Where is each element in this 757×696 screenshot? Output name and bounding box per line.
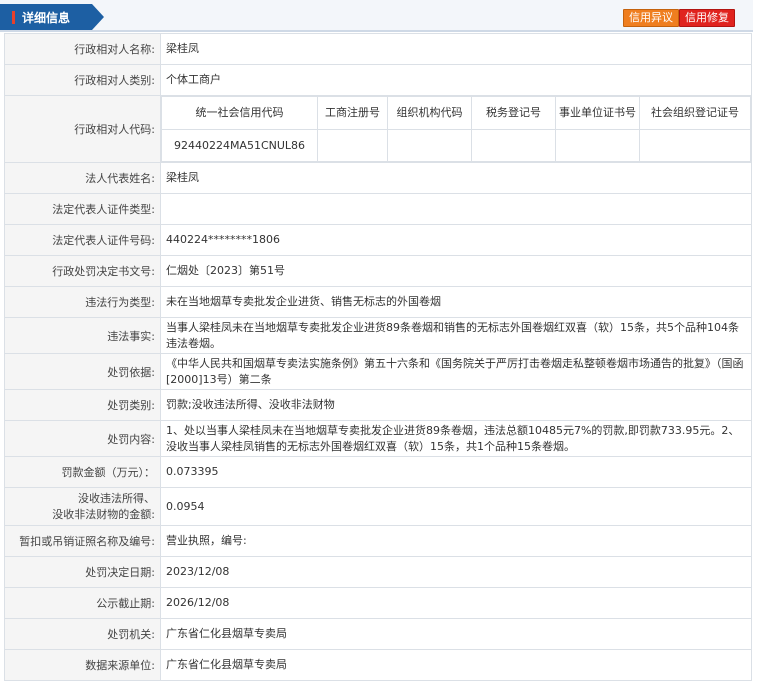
value-decision-date: 2023/12/08 bbox=[160, 556, 752, 588]
value-penalty-type: 罚款;没收违法所得、没收非法财物 bbox=[160, 389, 752, 421]
value-id-type bbox=[160, 193, 752, 225]
label-decision-no: 行政处罚决定书文号: bbox=[4, 255, 161, 287]
codes-header: 事业单位证书号 bbox=[555, 96, 640, 130]
label-decision-date: 处罚决定日期: bbox=[4, 556, 161, 588]
row-legal-rep: 法人代表姓名: 梁桂凤 bbox=[4, 162, 752, 194]
detail-table: 行政相对人名称: 梁桂凤 行政相对人类别: 个体工商户 行政相对人代码: 统一社… bbox=[4, 33, 752, 681]
label-authority: 处罚机关: bbox=[4, 618, 161, 650]
row-id-type: 法定代表人证件类型: bbox=[4, 193, 752, 225]
codes-table: 统一社会信用代码 工商注册号 组织机构代码 税务登记号 事业单位证书号 社会组织… bbox=[161, 96, 751, 162]
label-license: 暂扣或吊销证照名称及编号: bbox=[4, 525, 161, 557]
label-basis: 处罚依据: bbox=[4, 353, 161, 390]
value-license: 营业执照，编号: bbox=[160, 525, 752, 557]
value-publicity-end: 2026/12/08 bbox=[160, 587, 752, 619]
label-confiscated-line1: 没收违法所得、 bbox=[78, 491, 155, 505]
row-code: 行政相对人代码: 统一社会信用代码 工商注册号 组织机构代码 税务登记号 事业单… bbox=[4, 95, 752, 163]
row-license: 暂扣或吊销证照名称及编号: 营业执照，编号: bbox=[4, 525, 752, 557]
row-source: 数据来源单位: 广东省仁化县烟草专卖局 bbox=[4, 649, 752, 681]
label-name: 行政相对人名称: bbox=[4, 33, 161, 65]
codes-value bbox=[639, 129, 751, 162]
label-facts: 违法事实: bbox=[4, 317, 161, 354]
row-facts: 违法事实: 当事人梁桂凤未在当地烟草专卖批发企业进货89条卷烟和销售的无标志外国… bbox=[4, 317, 752, 354]
value-facts: 当事人梁桂凤未在当地烟草专卖批发企业进货89条卷烟和销售的无标志外国卷烟红双喜（… bbox=[160, 317, 752, 354]
codes-header: 统一社会信用代码 bbox=[161, 96, 318, 130]
row-name: 行政相对人名称: 梁桂凤 bbox=[4, 33, 752, 65]
tab-marker-icon bbox=[12, 11, 15, 24]
value-violation-type: 未在当地烟草专卖批发企业进货、销售无标志的外国卷烟 bbox=[160, 286, 752, 318]
value-confiscated: 0.0954 bbox=[160, 487, 752, 526]
codes-value-row: 92440224MA51CNUL86 bbox=[161, 129, 751, 162]
row-content: 处罚内容: 1、处以当事人梁桂凤未在当地烟草专卖批发企业进货89条卷烟，违法总额… bbox=[4, 420, 752, 457]
label-source: 数据来源单位: bbox=[4, 649, 161, 681]
panel-header: 详细信息 信用异议 信用修复 bbox=[0, 0, 753, 32]
value-authority: 广东省仁化县烟草专卖局 bbox=[160, 618, 752, 650]
row-fine: 罚款金额（万元）： 0.073395 bbox=[4, 456, 752, 488]
label-id-number: 法定代表人证件号码: bbox=[4, 224, 161, 256]
value-legal-rep: 梁桂凤 bbox=[160, 162, 752, 194]
row-penalty-type: 处罚类别: 罚款;没收违法所得、没收非法财物 bbox=[4, 389, 752, 421]
panel-title: 详细信息 bbox=[22, 11, 71, 25]
codes-header: 税务登记号 bbox=[471, 96, 556, 130]
row-publicity-end: 公示截止期: 2026/12/08 bbox=[4, 587, 752, 619]
value-fine: 0.073395 bbox=[160, 456, 752, 488]
value-source: 广东省仁化县烟草专卖局 bbox=[160, 649, 752, 681]
credit-objection-button[interactable]: 信用异议 bbox=[623, 9, 679, 27]
value-decision-no: 仁烟处〔2023〕第51号 bbox=[160, 255, 752, 287]
label-legal-rep: 法人代表姓名: bbox=[4, 162, 161, 194]
label-violation-type: 违法行为类型: bbox=[4, 286, 161, 318]
codes-value bbox=[387, 129, 472, 162]
value-category: 个体工商户 bbox=[160, 64, 752, 96]
row-id-number: 法定代表人证件号码: 440224********1806 bbox=[4, 224, 752, 256]
label-fine: 罚款金额（万元）： bbox=[4, 456, 161, 488]
label-code: 行政相对人代码: bbox=[4, 95, 161, 163]
label-confiscated-line2: 没收非法财物的金额: bbox=[52, 507, 155, 521]
codes-header: 组织机构代码 bbox=[387, 96, 472, 130]
label-category: 行政相对人类别: bbox=[4, 64, 161, 96]
label-publicity-end: 公示截止期: bbox=[4, 587, 161, 619]
codes-value bbox=[317, 129, 388, 162]
codes-value bbox=[471, 129, 556, 162]
value-basis: 《中华人民共和国烟草专卖法实施条例》第五十六条和《国务院关于严厉打击卷烟走私整顿… bbox=[160, 353, 752, 390]
row-basis: 处罚依据: 《中华人民共和国烟草专卖法实施条例》第五十六条和《国务院关于严厉打击… bbox=[4, 353, 752, 390]
codes-header-row: 统一社会信用代码 工商注册号 组织机构代码 税务登记号 事业单位证书号 社会组织… bbox=[161, 96, 751, 130]
detail-panel: 详细信息 信用异议 信用修复 行政相对人名称: 梁桂凤 行政相对人类别: 个体工… bbox=[0, 0, 757, 696]
row-violation-type: 违法行为类型: 未在当地烟草专卖批发企业进货、销售无标志的外国卷烟 bbox=[4, 286, 752, 318]
codes-header: 工商注册号 bbox=[317, 96, 388, 130]
label-content: 处罚内容: bbox=[4, 420, 161, 457]
row-confiscated: 没收违法所得、 没收非法财物的金额: 0.0954 bbox=[4, 487, 752, 526]
detail-tab: 详细信息 bbox=[0, 4, 104, 30]
row-decision-no: 行政处罚决定书文号: 仁烟处〔2023〕第51号 bbox=[4, 255, 752, 287]
label-id-type: 法定代表人证件类型: bbox=[4, 193, 161, 225]
label-penalty-type: 处罚类别: bbox=[4, 389, 161, 421]
label-confiscated: 没收违法所得、 没收非法财物的金额: bbox=[4, 487, 161, 526]
value-content: 1、处以当事人梁桂凤未在当地烟草专卖批发企业进货89条卷烟，违法总额10485元… bbox=[160, 420, 752, 457]
row-category: 行政相对人类别: 个体工商户 bbox=[4, 64, 752, 96]
value-name: 梁桂凤 bbox=[160, 33, 752, 65]
credit-repair-button[interactable]: 信用修复 bbox=[679, 9, 735, 27]
codes-header: 社会组织登记证号 bbox=[639, 96, 751, 130]
row-decision-date: 处罚决定日期: 2023/12/08 bbox=[4, 556, 752, 588]
codes-cell: 统一社会信用代码 工商注册号 组织机构代码 税务登记号 事业单位证书号 社会组织… bbox=[160, 95, 752, 163]
row-authority: 处罚机关: 广东省仁化县烟草专卖局 bbox=[4, 618, 752, 650]
value-id-number: 440224********1806 bbox=[160, 224, 752, 256]
codes-value bbox=[555, 129, 640, 162]
codes-value: 92440224MA51CNUL86 bbox=[161, 129, 318, 162]
